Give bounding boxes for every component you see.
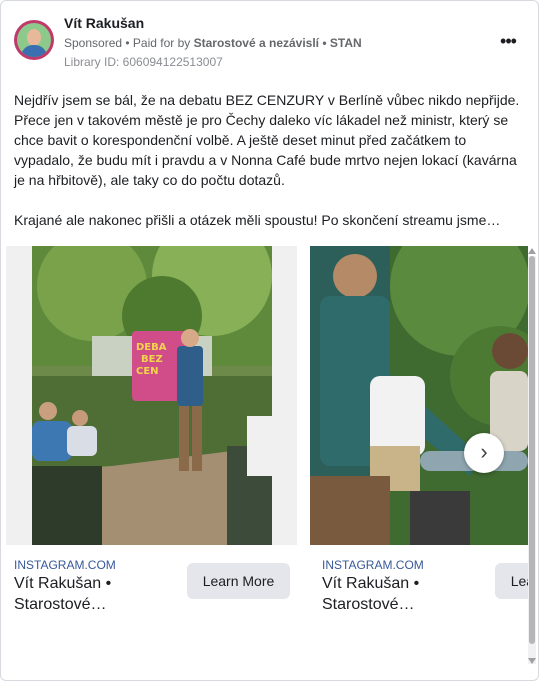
- svg-text:CEN: CEN: [136, 366, 159, 377]
- sponsored-line: Sponsored • Paid for by Starostové a nez…: [64, 36, 362, 50]
- scroll-thumb[interactable]: [529, 256, 535, 644]
- advertiser-avatar[interactable]: [14, 20, 54, 60]
- svg-text:BEZ: BEZ: [141, 354, 163, 365]
- more-options-icon[interactable]: •••: [497, 31, 519, 53]
- sponsored-label: Sponsored: [64, 36, 123, 50]
- slide-source[interactable]: INSTAGRAM.COM: [14, 558, 116, 572]
- scrollbar[interactable]: [528, 248, 536, 664]
- post-text: Nejdřív jsem se bál, že na debatu BEZ CE…: [14, 90, 526, 230]
- paid-for-prefix: • Paid for by: [122, 36, 194, 50]
- carousel: DEBA BEZ CEN INSTAGRAM.COM Vít Rakušan •…: [1, 246, 528, 646]
- learn-more-button[interactable]: Learn More: [495, 563, 528, 599]
- slide-source[interactable]: INSTAGRAM.COM: [322, 558, 424, 572]
- post-paragraph: Krajané ale nakonec přišli a otázek měli…: [14, 212, 501, 228]
- scroll-down-icon[interactable]: [528, 658, 536, 664]
- post-paragraph: Nejdřív jsem se bál, že na debatu BEZ CE…: [14, 92, 520, 188]
- learn-more-button[interactable]: Learn More: [187, 563, 290, 599]
- slide-title[interactable]: Vít Rakušan • Starostové…: [14, 573, 174, 615]
- slide-title[interactable]: Vít Rakušan • Starostové…: [322, 573, 482, 615]
- advertiser-name[interactable]: Vít Rakušan: [64, 15, 144, 31]
- chevron-right-icon[interactable]: ›: [464, 433, 504, 473]
- ad-card: Vít Rakušan Sponsored • Paid for by Star…: [0, 0, 539, 681]
- slide-photo: [310, 246, 528, 545]
- slide-photo: DEBA BEZ CEN: [32, 246, 272, 545]
- paid-for-name[interactable]: Starostové a nezávislí • STAN: [194, 36, 362, 50]
- carousel-slide[interactable]: DEBA BEZ CEN INSTAGRAM.COM Vít Rakušan •…: [6, 246, 297, 636]
- svg-text:DEBA: DEBA: [136, 342, 167, 353]
- scroll-up-icon[interactable]: [528, 248, 536, 254]
- library-id: Library ID: 606094122513007: [64, 55, 223, 69]
